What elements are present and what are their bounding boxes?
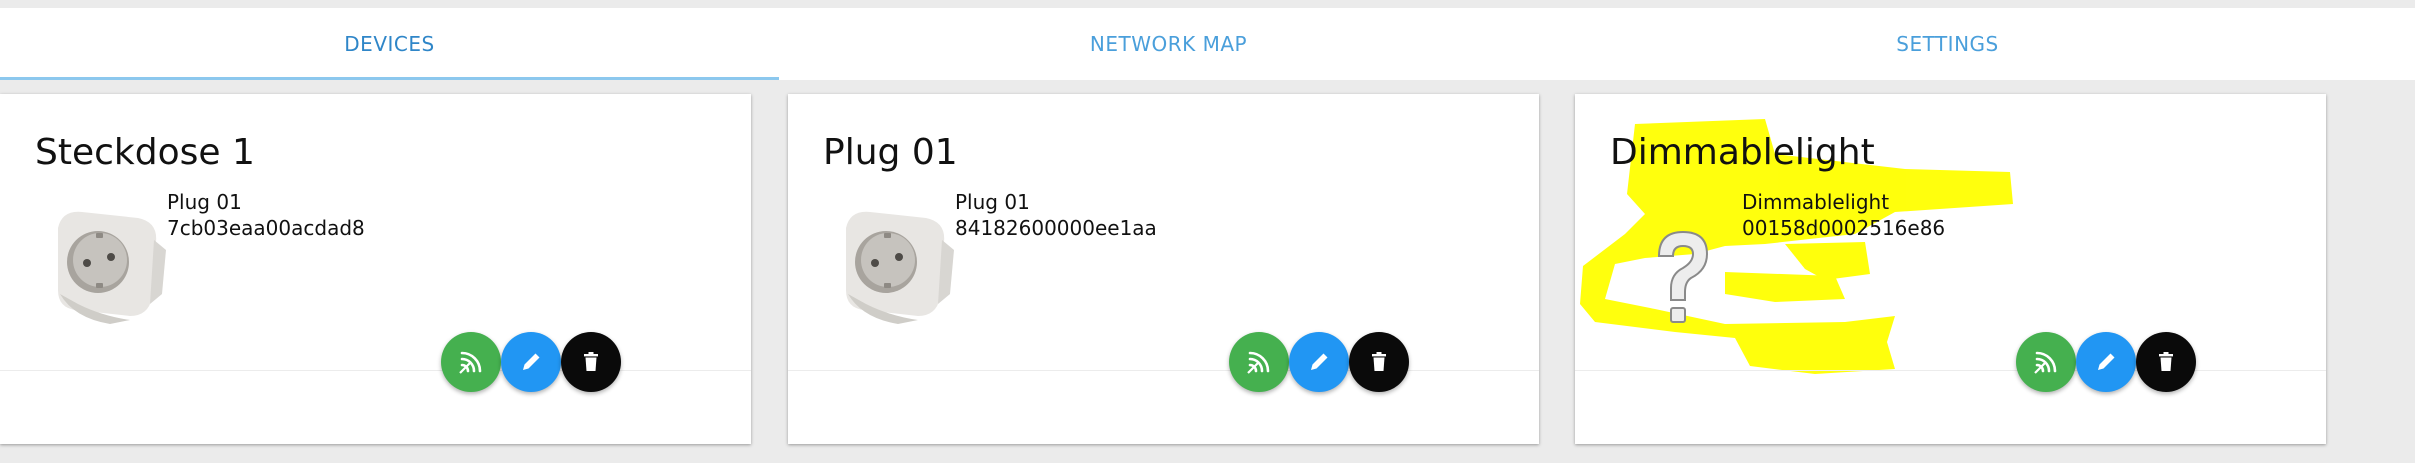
device-title: Dimmablelight (1610, 132, 1875, 173)
device-id: 00158d0002516e86 (1742, 216, 1946, 240)
trash-icon (1372, 352, 1386, 371)
device-title: Plug 01 (823, 132, 958, 173)
plug-icon (846, 211, 954, 324)
device-info: Dimmablelight 00158d0002516e86 (1742, 189, 1945, 241)
network-button[interactable] (2016, 332, 2076, 392)
pencil-icon (2098, 353, 2115, 370)
device-card: Steckdose 1 Plug 01 7cb03eaa00acdad8 (0, 94, 751, 444)
network-icon (2034, 351, 2057, 374)
edit-button[interactable] (501, 332, 561, 392)
tab-network-map[interactable]: NETWORK MAP (779, 8, 1558, 80)
network-icon (459, 351, 482, 374)
device-model: Plug 01 (955, 190, 1030, 214)
pencil-icon (523, 353, 540, 370)
network-icon (1247, 351, 1270, 374)
delete-button[interactable] (1349, 332, 1409, 392)
question-mark-icon (1657, 230, 1709, 323)
plug-icon (58, 211, 166, 324)
delete-button[interactable] (561, 332, 621, 392)
network-button[interactable] (441, 332, 501, 392)
tab-devices[interactable]: DEVICES (0, 8, 779, 80)
delete-button[interactable] (2136, 332, 2196, 392)
trash-icon (584, 352, 598, 371)
pencil-icon (1311, 353, 1328, 370)
card-divider (788, 370, 1539, 371)
card-divider (1575, 370, 2326, 371)
network-button[interactable] (1229, 332, 1289, 392)
device-card: Plug 01 Plug 01 84182600000ee1aa (788, 94, 1539, 444)
device-id: 7cb03eaa00acdad8 (167, 216, 365, 240)
edit-button[interactable] (2076, 332, 2136, 392)
tab-bar: DEVICES NETWORK MAP SETTINGS (0, 8, 2415, 80)
tab-settings[interactable]: SETTINGS (1558, 8, 2337, 80)
device-card: Dimmablelight Dimmablelight 00158d000251… (1575, 94, 2326, 444)
device-model: Plug 01 (167, 190, 242, 214)
device-info: Plug 01 7cb03eaa00acdad8 (167, 189, 365, 241)
card-divider (0, 370, 751, 371)
device-id: 84182600000ee1aa (955, 216, 1157, 240)
device-title: Steckdose 1 (35, 132, 255, 173)
device-model: Dimmablelight (1742, 190, 1890, 214)
trash-icon (2159, 352, 2173, 371)
edit-button[interactable] (1289, 332, 1349, 392)
device-info: Plug 01 84182600000ee1aa (955, 189, 1157, 241)
